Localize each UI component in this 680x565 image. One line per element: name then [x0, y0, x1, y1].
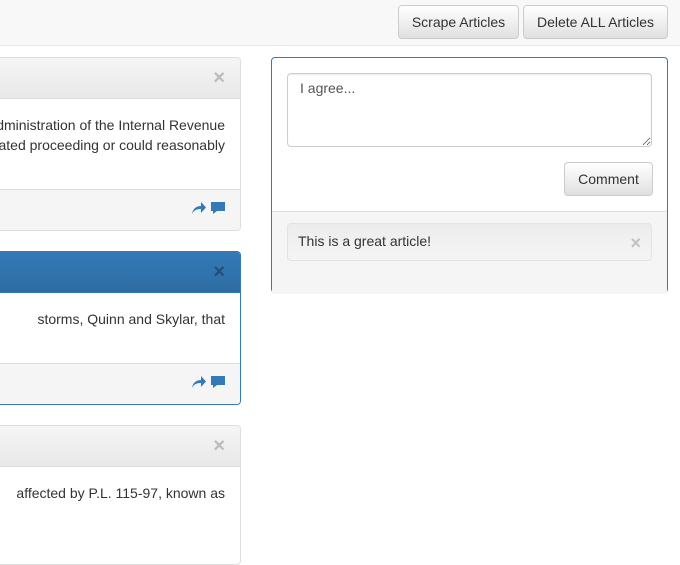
- comment-bubble-icon[interactable]: [210, 201, 226, 215]
- comment-panel: Comment This is a great article! ×: [271, 57, 668, 294]
- article-text-line: dministration of the Internal Revenue: [0, 117, 225, 133]
- comment-input[interactable]: [287, 73, 652, 147]
- article-footer: [0, 363, 240, 404]
- article-header: ×: [0, 426, 240, 467]
- comment-text: This is a great article!: [298, 233, 432, 249]
- article-panel: × affected by P.L. 115-97, known as: [0, 425, 241, 565]
- article-text-line: storms, Quinn and Skylar, that: [37, 311, 225, 327]
- article-text-line: affected by P.L. 115-97, known as: [16, 485, 225, 501]
- comments-list: This is a great article! ×: [272, 211, 667, 294]
- share-arrow-icon[interactable]: [191, 201, 207, 215]
- close-article-button[interactable]: ×: [213, 436, 225, 456]
- article-header: ×: [0, 252, 240, 293]
- delete-comment-button[interactable]: ×: [630, 234, 641, 252]
- comment-item: This is a great article! ×: [287, 223, 652, 261]
- close-article-button[interactable]: ×: [213, 68, 225, 88]
- comment-bubble-icon[interactable]: [210, 375, 226, 389]
- top-navbar: Scrape Articles Delete ALL Articles: [0, 0, 680, 46]
- comment-submit-button[interactable]: Comment: [564, 162, 653, 196]
- article-header: ×: [0, 58, 240, 99]
- close-article-button[interactable]: ×: [213, 262, 225, 282]
- article-panel-selected: × storms, Quinn and Skylar, that: [0, 251, 241, 405]
- delete-all-articles-button[interactable]: Delete ALL Articles: [523, 5, 668, 39]
- share-arrow-icon[interactable]: [191, 375, 207, 389]
- scrape-articles-button[interactable]: Scrape Articles: [398, 5, 519, 39]
- article-footer: [0, 189, 240, 230]
- article-panel: × dministration of the Internal Revenue …: [0, 57, 241, 231]
- article-text-line: ated proceeding or could reasonably: [0, 137, 225, 153]
